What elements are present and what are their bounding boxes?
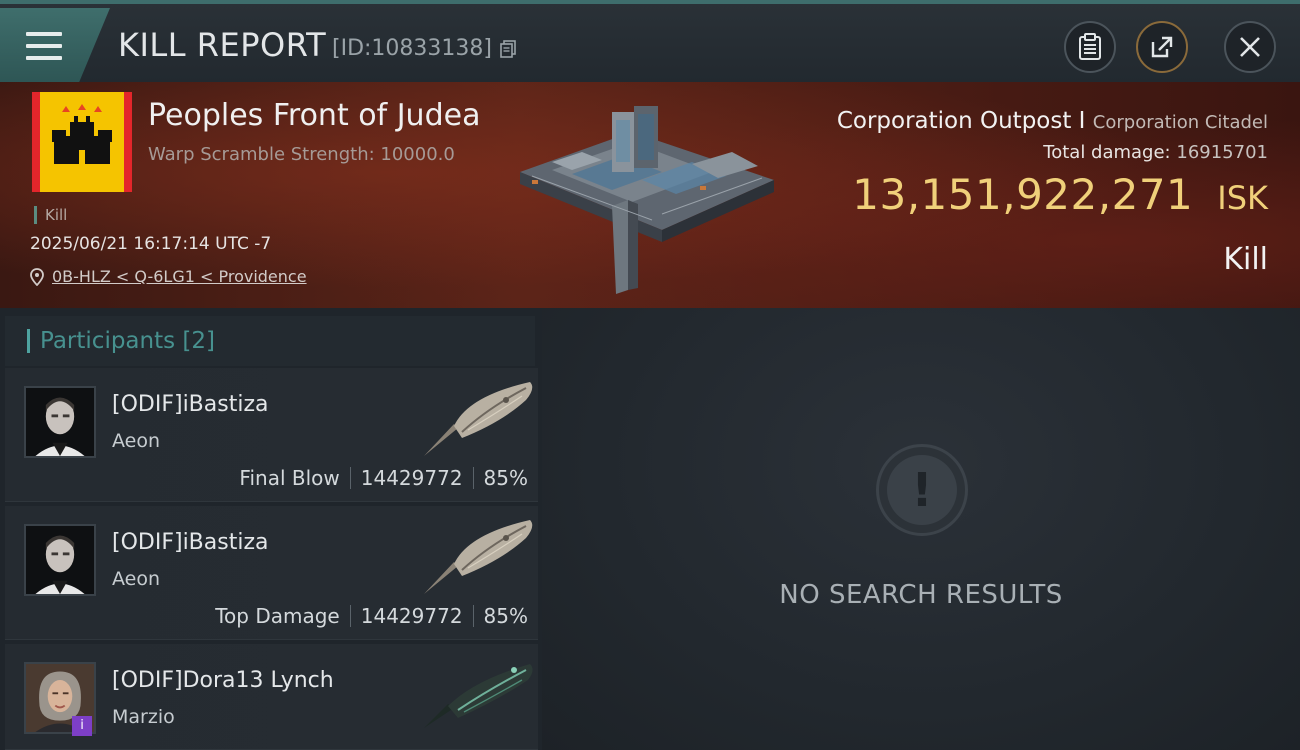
participant-name[interactable]: [ODIF]Dora13 Lynch [112, 668, 334, 693]
participant-damage: 14429772 [360, 466, 463, 490]
participant-percent: 85% [483, 466, 528, 490]
total-damage: Total damage: 16915701 [1043, 142, 1268, 163]
warp-scramble-info: Warp Scramble Strength: 10000.0 [148, 144, 455, 165]
corporation-logo[interactable] [32, 92, 132, 192]
participants-header: Participants [2] [5, 316, 535, 366]
page-title: KILL REPORT [118, 26, 327, 64]
share-icon [1151, 36, 1173, 58]
isk-value: 13,151,922,271 [852, 170, 1194, 219]
ship-image [424, 520, 533, 594]
location-link[interactable]: 0B-HLZ < Q-6LG1 < Providence [30, 267, 307, 286]
location-text[interactable]: 0B-HLZ < Q-6LG1 < Providence [52, 267, 307, 286]
participants-panel: Participants [2] [ODIF]iBastiza Aeon Fin… [0, 308, 542, 750]
menu-icon [26, 32, 62, 60]
no-results-text: NO SEARCH RESULTS [779, 580, 1063, 610]
results-panel: ! NO SEARCH RESULTS [542, 308, 1300, 750]
participant-role: Top Damage [215, 604, 340, 628]
clipboard-button[interactable] [1064, 21, 1116, 73]
clipboard-icon [1079, 33, 1101, 60]
menu-button[interactable] [0, 8, 110, 82]
participant-percent: 85% [483, 604, 528, 628]
participant-role: Final Blow [239, 466, 340, 490]
total-damage-value: 16915701 [1176, 142, 1268, 163]
total-damage-label: Total damage: [1043, 142, 1171, 163]
top-bar: KILL REPORT [ID:10833138] [0, 0, 1300, 82]
copy-icon[interactable] [500, 40, 516, 58]
participant-damage: 14429772 [360, 604, 463, 628]
kill-result: Kill [1223, 242, 1268, 277]
kill-datetime: 2025/06/21 16:17:14 UTC -7 [30, 234, 272, 254]
location-pin-icon [30, 267, 44, 286]
close-button[interactable] [1224, 21, 1276, 73]
participant-ship: Aeon [112, 568, 161, 590]
structure-image [520, 106, 774, 294]
info-badge[interactable]: i [72, 716, 92, 736]
victim-name[interactable]: Peoples Front of Judea [148, 98, 480, 133]
participant-ship: Aeon [112, 430, 161, 452]
participant-name[interactable]: [ODIF]iBastiza [112, 392, 268, 417]
share-button[interactable] [1136, 21, 1188, 73]
close-icon [1240, 37, 1260, 57]
victim-banner: Peoples Front of Judea Warp Scramble Str… [0, 82, 1300, 308]
participant-stats: Final Blow 14429772 85% [239, 466, 528, 490]
victim-ship: Corporation Outpost I Corporation Citade… [837, 108, 1268, 134]
participant-ship: Marzio [112, 706, 175, 728]
participants-count: [2] [182, 328, 216, 354]
avatar[interactable] [24, 386, 96, 458]
isk-unit: ISK [1217, 179, 1268, 217]
avatar[interactable] [24, 524, 96, 596]
kill-tag: Kill [34, 206, 67, 224]
report-id: [ID:10833138] [332, 36, 492, 61]
participant-row[interactable]: [ODIF]iBastiza Aeon Final Blow 14429772 … [5, 368, 538, 502]
victim-ship-name[interactable]: Corporation Outpost I [837, 108, 1086, 134]
victim-ship-class: Corporation Citadel [1092, 112, 1268, 133]
participant-row[interactable]: [ODIF]iBastiza Aeon Top Damage 14429772 … [5, 506, 538, 640]
participants-label: Participants [2] [40, 328, 216, 354]
ship-image [424, 664, 533, 728]
isk-value-row: 13,151,922,271 ISK [852, 170, 1268, 219]
ship-image [424, 382, 533, 456]
participant-row[interactable]: i [ODIF]Dora13 Lynch Marzio [5, 644, 538, 750]
participant-name[interactable]: [ODIF]iBastiza [112, 530, 268, 555]
alert-icon: ! [876, 444, 968, 536]
participant-stats: Top Damage 14429772 85% [215, 604, 528, 628]
